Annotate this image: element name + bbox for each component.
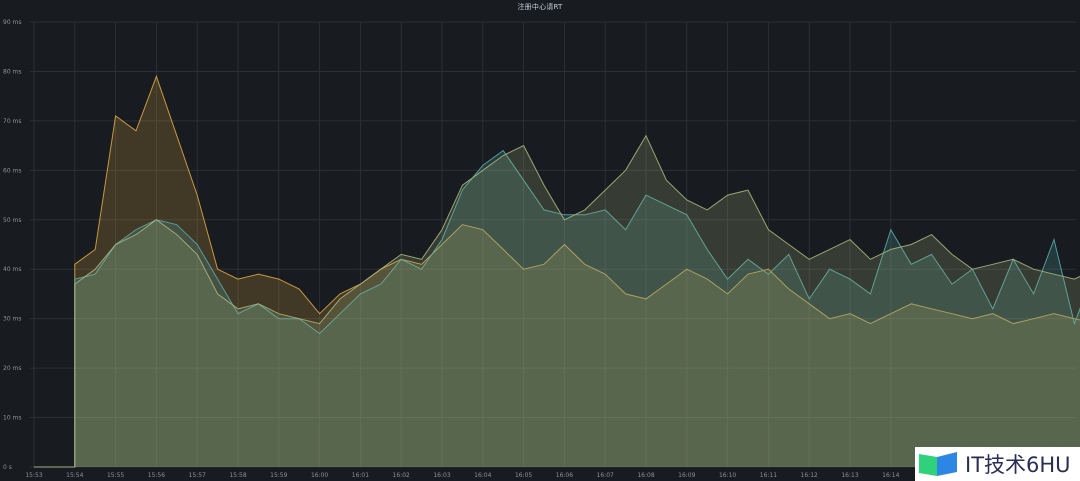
y-tick-label: 90 ms xyxy=(3,19,22,26)
x-tick-label: 15:56 xyxy=(148,472,165,479)
x-tick-label: 15:57 xyxy=(189,472,206,479)
x-tick-label: 16:04 xyxy=(474,472,491,479)
x-tick-label: 16:11 xyxy=(760,472,777,479)
watermark-text: IT技术6HU xyxy=(965,453,1071,477)
y-tick-label: 0 s xyxy=(3,464,12,471)
y-tick-label: 30 ms xyxy=(3,316,22,323)
y-axis: 0 s 10 ms 20 ms 30 ms 40 ms 50 ms 60 ms 70 ms 80… xyxy=(3,19,22,471)
x-tick-label: 16:02 xyxy=(393,472,410,479)
x-tick-label: 15:53 xyxy=(25,472,42,479)
y-tick-label: 50 ms xyxy=(3,217,22,224)
y-tick-label: 20 ms xyxy=(3,365,22,372)
x-tick-label: 15:59 xyxy=(270,472,287,479)
y-tick-label: 10 ms xyxy=(3,415,22,422)
x-tick-label: 16:12 xyxy=(801,472,818,479)
x-tick-label: 16:07 xyxy=(597,472,614,479)
y-tick-label: 40 ms xyxy=(3,266,22,273)
chart-svg: 0 s 10 ms 20 ms 30 ms 40 ms 50 ms 60 ms 70 ms 80… xyxy=(3,19,1080,479)
x-tick-label: 16:00 xyxy=(311,472,328,479)
series-group xyxy=(34,74,1080,468)
watermark-logo-icon xyxy=(919,452,957,476)
x-tick-label: 16:10 xyxy=(719,472,736,479)
x-tick-label: 16:01 xyxy=(352,472,369,479)
x-tick-label: 16:05 xyxy=(515,472,532,479)
x-tick-label: 16:13 xyxy=(841,472,858,479)
watermark: IT技术6HU xyxy=(915,447,1080,481)
x-tick-label: 15:58 xyxy=(229,472,246,479)
panel-title: 注册中心请RT xyxy=(517,3,563,11)
chart-panel: 0 s 10 ms 20 ms 30 ms 40 ms 50 ms 60 ms 70 ms 80… xyxy=(0,0,1080,481)
x-axis: 15:53 15:54 15:55 15:56 15:57 15:58 15:59 16:00… xyxy=(25,472,899,479)
x-tick-label: 16:03 xyxy=(433,472,450,479)
x-tick-label: 16:09 xyxy=(678,472,695,479)
x-tick-label: 15:54 xyxy=(66,472,83,479)
y-tick-label: 60 ms xyxy=(3,167,22,174)
x-tick-label: 15:55 xyxy=(107,472,124,479)
y-tick-label: 70 ms xyxy=(3,118,22,125)
x-tick-label: 16:14 xyxy=(882,472,899,479)
x-tick-label: 16:06 xyxy=(556,472,573,479)
x-tick-label: 16:08 xyxy=(637,472,654,479)
y-tick-label: 80 ms xyxy=(3,68,22,75)
